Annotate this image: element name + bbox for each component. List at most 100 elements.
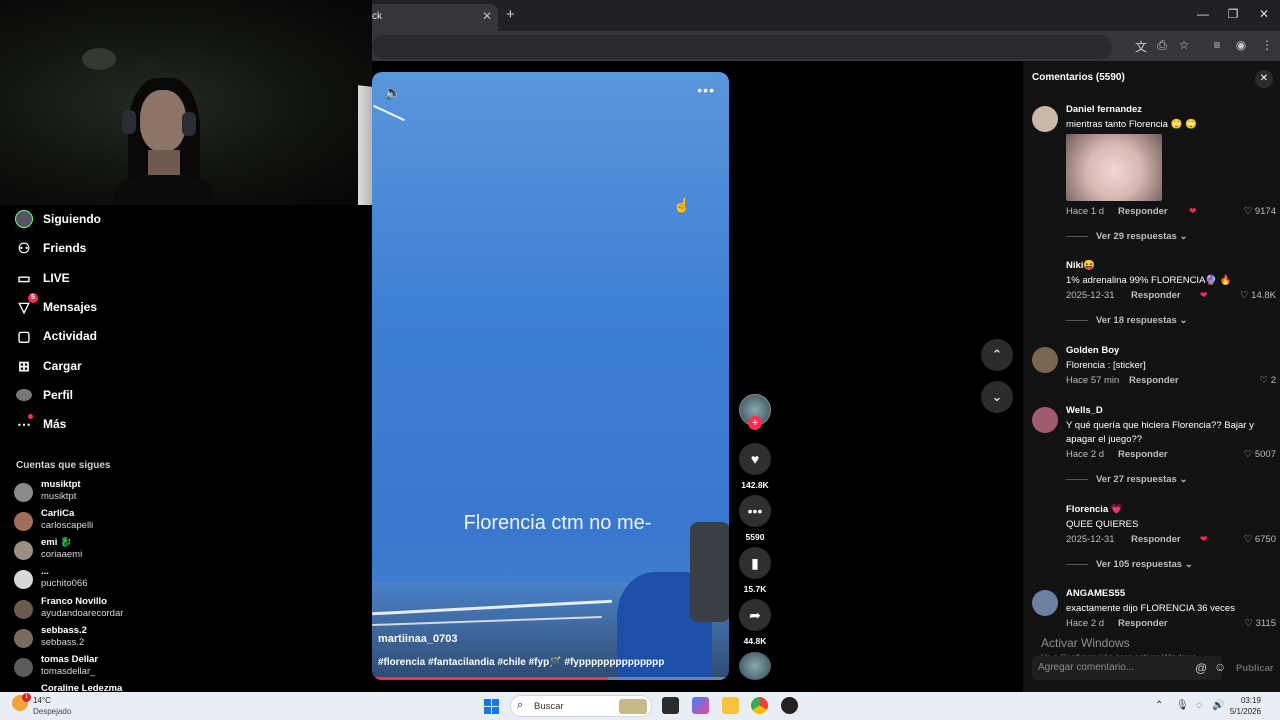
nav-item-actividad[interactable]: ▢ Actividad: [14, 325, 97, 347]
following-account[interactable]: Franco Novillo ayudandoarecordar: [14, 596, 164, 624]
nav-item-live[interactable]: ▭ LIVE: [14, 267, 69, 289]
task-view-icon[interactable]: [662, 697, 679, 714]
following-account[interactable]: CarliCa carloscapelli: [14, 508, 164, 536]
publish-button[interactable]: Publicar: [1236, 663, 1274, 674]
sound-avatar[interactable]: [739, 652, 771, 680]
window-close-button[interactable]: ✕: [1257, 7, 1271, 21]
clock-date[interactable]: 5/1/2026: [1221, 707, 1261, 716]
follow-plus-button[interactable]: +: [748, 416, 762, 430]
microphone-icon[interactable]: 🎙: [1176, 700, 1189, 711]
browser-menu-icon[interactable]: ⋮: [1260, 38, 1274, 52]
video-player[interactable]: 🔈 ••• Florencia ctm no me- martiinaa_070…: [372, 72, 729, 680]
profile-icon[interactable]: ◉: [1234, 38, 1248, 52]
nav-item-siguiendo[interactable]: Siguiendo: [14, 208, 101, 230]
account-name: CarliCa: [41, 508, 75, 519]
comment-user[interactable]: Wells_D: [1066, 405, 1103, 416]
share-action[interactable]: ➦ 44.8K: [739, 599, 771, 646]
following-account[interactable]: musiktpt musiktpt: [14, 479, 164, 507]
reply-button[interactable]: Responder: [1118, 618, 1168, 629]
taskbar-search[interactable]: ⌕ Buscar: [510, 695, 652, 717]
close-comments-button[interactable]: ✕: [1255, 70, 1273, 88]
following-account[interactable]: Coraline Ledezma: [14, 683, 164, 692]
emoji-icon[interactable]: ☺: [1214, 660, 1226, 674]
comment-action[interactable]: ••• 5590: [739, 495, 771, 542]
avatar[interactable]: [1032, 590, 1058, 616]
avatar[interactable]: [1032, 347, 1058, 373]
view-replies-button[interactable]: Ver 27 respuestas ⌄: [1066, 474, 1187, 485]
comments-title: Comentarios (5590): [1032, 72, 1125, 83]
comment-likes[interactable]: ♡ 2: [1260, 375, 1276, 386]
view-replies-button[interactable]: Ver 29 respuestas ⌄: [1066, 231, 1187, 242]
nav-item-cargar[interactable]: ⊞ Cargar: [14, 355, 82, 377]
volume-icon[interactable]: 🔈: [384, 84, 401, 101]
comment-count: 5590: [745, 532, 765, 542]
previous-video-button[interactable]: ⌃: [981, 339, 1013, 371]
following-account[interactable]: emi 🐉 coriaaemi: [14, 537, 164, 565]
reply-button[interactable]: Responder: [1131, 290, 1181, 301]
clock-time[interactable]: 03:19: [1221, 696, 1261, 705]
comment-user[interactable]: Golden Boy: [1066, 345, 1119, 356]
new-tab-button[interactable]: +: [506, 6, 515, 23]
comment-user[interactable]: Daniel fernandez: [1066, 104, 1142, 115]
nav-item-mensajes[interactable]: ▽ 5 Mensajes: [14, 293, 97, 318]
avatar[interactable]: [1032, 506, 1058, 532]
comment-likes[interactable]: ♡ 9174: [1244, 206, 1276, 217]
install-app-icon[interactable]: ⎙: [1155, 38, 1169, 53]
weather-condition[interactable]: Despejado: [33, 707, 71, 716]
nav-item-mas[interactable]: ⋯ Más: [14, 413, 66, 435]
avatar[interactable]: [1032, 106, 1058, 132]
copilot-icon[interactable]: [692, 697, 709, 714]
nav-item-friends[interactable]: ⚇ Friends: [14, 237, 87, 259]
comment-user[interactable]: Florencia 💗: [1066, 504, 1123, 515]
comment-likes[interactable]: ♡ 5007: [1244, 449, 1276, 460]
media-control-icon[interactable]: ≡: [1210, 38, 1224, 52]
save-action[interactable]: ▮ 15.7K: [739, 547, 771, 594]
reply-button[interactable]: Responder: [1129, 375, 1179, 386]
video-progress-fill: [372, 677, 608, 680]
more-options-icon[interactable]: •••: [697, 82, 715, 98]
avatar[interactable]: [1032, 407, 1058, 433]
file-explorer-icon[interactable]: [722, 697, 739, 714]
translate-icon[interactable]: 文: [1134, 38, 1148, 55]
mention-icon[interactable]: @: [1195, 661, 1207, 675]
browser-tab[interactable]: ck ✕: [366, 4, 498, 31]
comment-input[interactable]: Agregar comentario... @ ☺: [1032, 656, 1226, 680]
reply-button[interactable]: Responder: [1118, 206, 1168, 217]
like-action[interactable]: ♥ 142.8K: [739, 443, 771, 490]
comment-icon: •••: [739, 495, 771, 527]
address-bar[interactable]: [372, 35, 1112, 59]
comment-user[interactable]: ANGAMES55: [1066, 588, 1125, 599]
nav-item-perfil[interactable]: Perfil: [14, 384, 73, 406]
reply-button[interactable]: Responder: [1118, 449, 1168, 460]
following-account[interactable]: sebbass.2 sebbass.2: [14, 625, 164, 653]
messages-icon: ▽ 5: [14, 293, 38, 317]
next-video-button[interactable]: ⌄: [981, 381, 1013, 413]
bookmark-star-icon[interactable]: ☆: [1177, 38, 1191, 52]
reply-button[interactable]: Responder: [1131, 534, 1181, 545]
comment-user[interactable]: Niki😝: [1066, 260, 1095, 271]
avatar: [14, 570, 33, 589]
video-progress-bar[interactable]: [372, 677, 729, 680]
video-hashtags[interactable]: #florencia #fantacilandia #chile #fyp🪄 #…: [378, 657, 664, 668]
close-tab-icon[interactable]: ✕: [482, 9, 492, 23]
app-icon[interactable]: [781, 697, 798, 714]
view-replies-button[interactable]: Ver 105 respuestas ⌄: [1066, 559, 1193, 570]
chrome-icon[interactable]: [751, 697, 768, 714]
comment-sticker-image[interactable]: [1066, 134, 1162, 201]
comment-likes[interactable]: ♡ 14.8K: [1240, 290, 1276, 301]
restore-button[interactable]: ❐: [1226, 7, 1240, 21]
video-author[interactable]: martiinaa_0703: [378, 633, 458, 645]
comment-likes[interactable]: ♡ 3115: [1244, 618, 1276, 629]
avatar[interactable]: [1032, 262, 1058, 288]
weather-temperature[interactable]: 14°C: [33, 696, 51, 705]
following-account[interactable]: ... puchito066: [14, 566, 164, 594]
heart-icon: ♥: [739, 443, 771, 475]
network-icon[interactable]: ◌: [1196, 700, 1202, 711]
comment-time: 2025-12-31: [1066, 290, 1115, 301]
view-replies-button[interactable]: Ver 18 respuestas ⌄: [1066, 315, 1187, 326]
tray-chevron-up-icon[interactable]: ⌃: [1155, 700, 1163, 711]
minimize-button[interactable]: —: [1196, 7, 1210, 21]
start-button[interactable]: [484, 699, 499, 714]
comment-likes[interactable]: ♡ 6750: [1244, 534, 1276, 545]
following-account[interactable]: tomas Dellar tomasdellar_: [14, 654, 164, 682]
